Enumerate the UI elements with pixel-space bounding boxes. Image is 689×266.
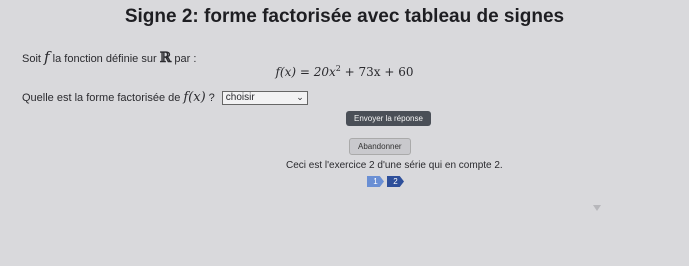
question: Quelle est la forme factorisée de f(x) ?… — [22, 90, 308, 105]
chevron-down-icon: ⌄ — [296, 92, 304, 102]
answer-select[interactable]: choisir ⌄ — [221, 90, 308, 105]
answer-select-value: choisir — [225, 92, 255, 103]
formula-lhs: f(x) = 20x — [275, 65, 336, 79]
question-prefix: Quelle est la forme factorisée de — [22, 91, 181, 104]
submit-button[interactable]: Envoyer la réponse — [346, 111, 431, 126]
question-suffix: ? — [208, 91, 215, 104]
formula-exponent: 2 — [335, 64, 341, 73]
pager-item-1[interactable]: 1 — [367, 176, 384, 187]
exercise-pager: 1 2 — [367, 176, 404, 187]
formula-rhs: + 73x + 60 — [344, 65, 414, 79]
triangle-mark-icon — [593, 205, 601, 211]
page-title: Signe 2: forme factorisée avec tableau d… — [124, 6, 565, 27]
exercise-info: Ceci est l'exercice 2 d'une série qui en… — [286, 160, 503, 171]
function-formula: f(x) = 20x2 + 73x + 60 — [0, 64, 689, 79]
question-expr: f(x) — [183, 90, 206, 105]
pager-item-2[interactable]: 2 — [387, 176, 404, 187]
abandon-button[interactable]: Abandonner — [349, 138, 411, 155]
